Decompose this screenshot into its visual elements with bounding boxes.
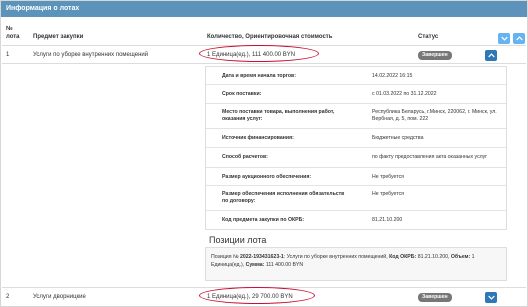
volume-label: Объем: [450,254,471,260]
column-lot-no: № лота [6,26,20,40]
collapse-lot-button[interactable] [485,50,497,61]
column-quantity-cost: Количество, Ориентировочная стоимость [207,34,333,40]
expand-lot-button[interactable] [485,292,497,303]
detail-label: Код предмета закупки по ОКРБ: [222,217,305,223]
detail-row: Место поставки товара, выполнения работ,… [206,104,506,129]
row-divider [2,63,526,64]
status-badge: Завершен [418,293,452,302]
collapse-all-button[interactable] [513,33,525,44]
highlight-ellipse [199,287,315,304]
detail-value: Не требуется [372,174,404,180]
detail-value: 81.21.10.200 [372,217,403,223]
detail-row: Код предмета закупки по ОКРБ: 81.21.10.2… [206,211,506,230]
detail-row: Способ расчетов: по факту предоставления… [206,148,506,168]
detail-label: Источник финансирования: [222,135,294,141]
detail-value: Республика Беларусь, г.Минск, 220062, г.… [372,109,497,122]
detail-label: Срок поставки: [222,91,262,97]
detail-value: по факту предоставления акта оказанных у… [372,154,488,160]
detail-value: Бюджетные средства [372,135,424,141]
panel-title: Информация о лотах [6,5,80,12]
position-prefix: Позиция № [211,254,239,260]
lots-panel: Информация о лотах № лота Предмет закупк… [0,0,528,307]
detail-value: 14.02.2022 16:15 [372,73,413,79]
column-status: Статус [418,34,439,40]
detail-row: Источник финансирования: Бюджетные средс… [206,129,506,148]
detail-row: Размер аукционного обеспечения: Не требу… [206,168,506,186]
panel-header: Информация о лотах [1,1,527,17]
okrb-value: 81.21.10.200, [417,254,450,260]
detail-row: Размер обеспечения исполнения обязательс… [206,186,506,211]
positions-title: Позиции лота [209,235,267,245]
lot-details: Дата и время начала торгов: 14.02.2022 1… [205,66,507,230]
lot-number: 1 [6,52,10,58]
chevron-up-icon [515,36,523,41]
position-id: 2022-193431623-1 [239,254,284,260]
chevron-up-icon [487,53,495,58]
expand-all-button[interactable] [498,33,510,44]
lot-subject: Услуги по уборке внутренних помещений [33,52,149,58]
detail-value: с 01.03.2022 по 31.12.2022 [372,91,437,97]
okrb-label: Код ОКРБ: [389,254,417,260]
detail-row: Срок поставки: с 01.03.2022 по 31.12.202… [206,85,506,104]
sum-label: Сумма: [245,262,265,268]
position-text: : Услуги по уборке внутренних помещений, [283,254,388,260]
chevron-down-icon [487,295,495,300]
column-subject: Предмет закупки [33,34,84,40]
lot-number: 2 [6,294,10,300]
detail-label: Место поставки товара, выполнения работ,… [222,109,335,122]
detail-row: Дата и время начала торгов: 14.02.2022 1… [206,67,506,85]
detail-label: Способ расчетов: [222,154,268,160]
detail-label: Дата и время начала торгов: [222,73,296,79]
detail-value: Не требуется [372,191,404,197]
sum-value: 111 400.00 BYN [265,262,304,268]
chevron-down-icon [500,36,508,41]
detail-label: Размер обеспечения исполнения обязательс… [222,191,345,204]
status-badge: Завершен [418,51,452,60]
position-entry: Позиция № 2022-193431623-1: Услуги по уб… [205,247,507,281]
detail-label: Размер аукционного обеспечения: [222,174,312,180]
lot-subject: Услуги дворницкие [33,294,86,300]
highlight-ellipse [199,45,319,62]
